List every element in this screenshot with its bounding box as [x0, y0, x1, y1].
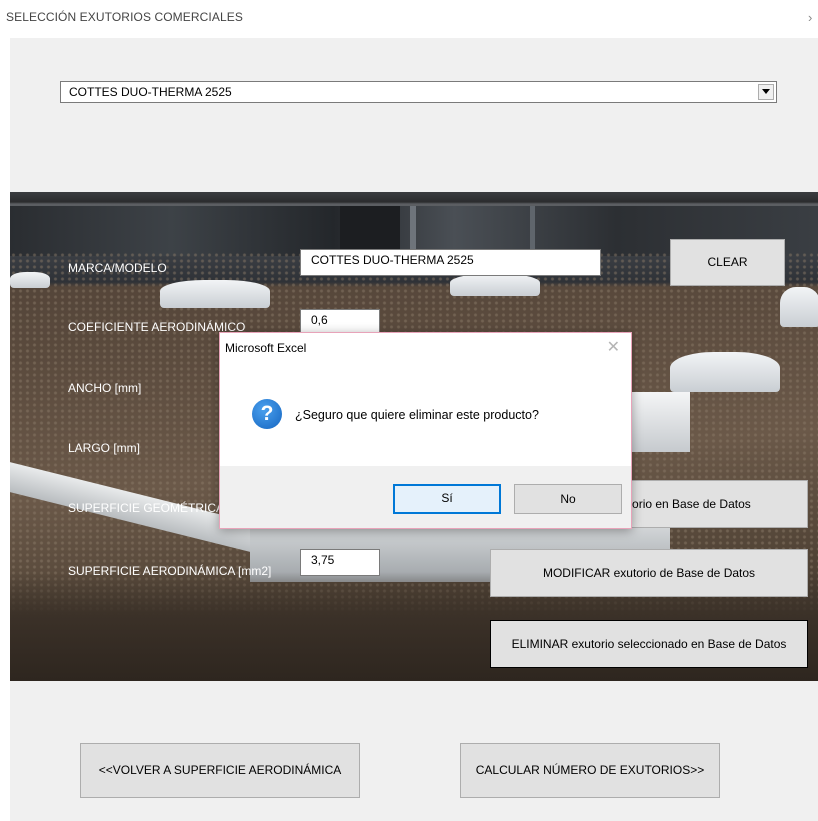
close-icon[interactable]: ✕	[607, 337, 620, 357]
no-button[interactable]: No	[514, 484, 622, 514]
volver-button[interactable]: <<VOLVER A SUPERFICIE AERODINÁMICA	[80, 743, 360, 798]
marca-field[interactable]: COTTES DUO-THERMA 2525	[300, 249, 601, 276]
superficie-aerodinamica-field[interactable]: 3,75	[300, 549, 380, 576]
superficie-aerodinamica-label: SUPERFICIE AERODINÁMICA [mm2]	[68, 564, 272, 578]
product-select[interactable]: COTTES DUO-THERMA 2525	[60, 81, 777, 103]
calcular-button[interactable]: CALCULAR NÚMERO DE EXUTORIOS>>	[460, 743, 720, 798]
marca-label: MARCA/MODELO	[68, 261, 167, 275]
dialog-footer: Sí No	[220, 466, 631, 528]
yes-button[interactable]: Sí	[393, 484, 501, 514]
modificar-button[interactable]: MODIFICAR exutorio de Base de Datos	[490, 549, 808, 597]
dialog-title: Microsoft Excel	[225, 341, 307, 355]
dialog-message: ¿Seguro que quiere eliminar este product…	[295, 408, 539, 422]
product-select-value: COTTES DUO-THERMA 2525	[69, 85, 232, 99]
eliminar-button[interactable]: ELIMINAR exutorio seleccionado en Base d…	[490, 620, 808, 668]
ancho-label: ANCHO [mm]	[68, 381, 142, 395]
clear-button[interactable]: CLEAR	[670, 239, 785, 286]
window-title: SELECCIÓN EXUTORIOS COMERCIALES	[6, 10, 243, 24]
confirm-dialog: Microsoft Excel ✕ ? ¿Seguro que quiere e…	[219, 332, 632, 529]
largo-label: LARGO [mm]	[68, 441, 141, 455]
question-icon: ?	[252, 399, 282, 429]
chevron-right-icon[interactable]: ›	[808, 10, 812, 25]
chevron-down-icon[interactable]	[758, 84, 774, 100]
superficie-geometrica-label: SUPERFICIE GEOMÉTRICA	[68, 501, 225, 515]
